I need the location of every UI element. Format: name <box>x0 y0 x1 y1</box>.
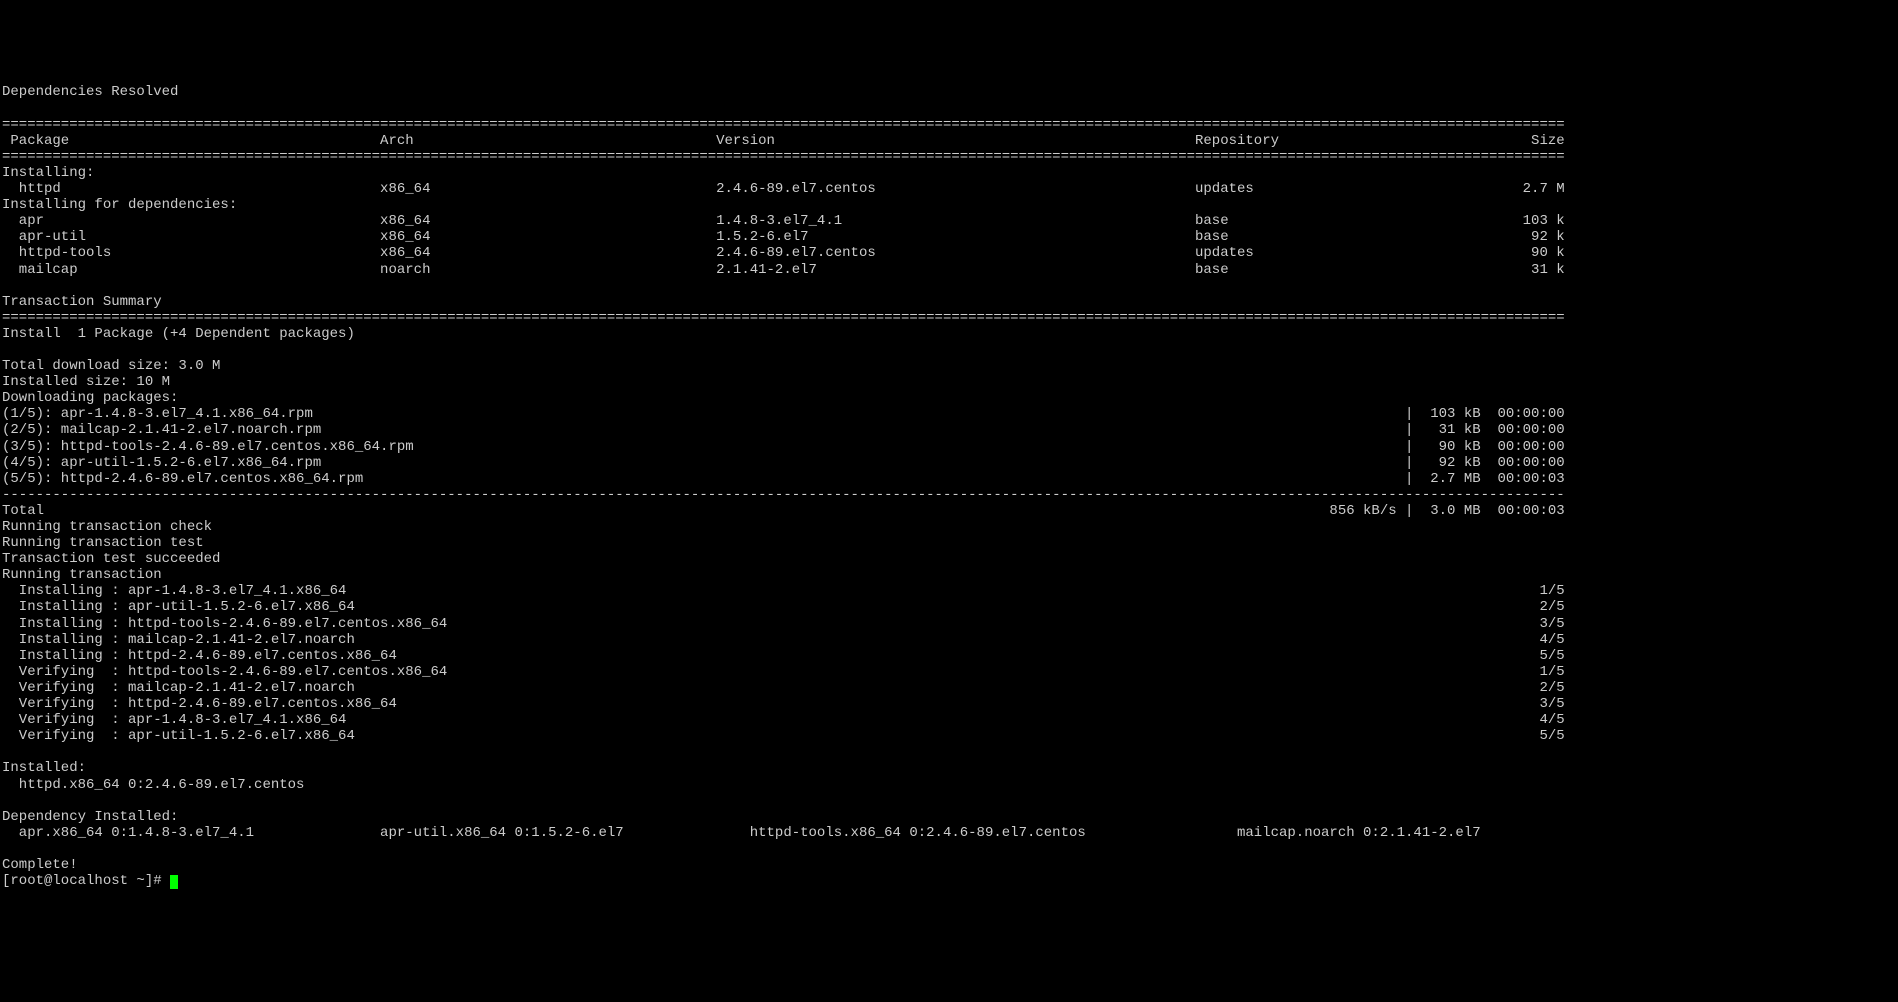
terminal-output[interactable]: Dependencies Resolved ==================… <box>0 80 1898 893</box>
cursor-icon <box>170 875 178 889</box>
shell-prompt[interactable]: [root@localhost ~]# <box>2 873 170 889</box>
